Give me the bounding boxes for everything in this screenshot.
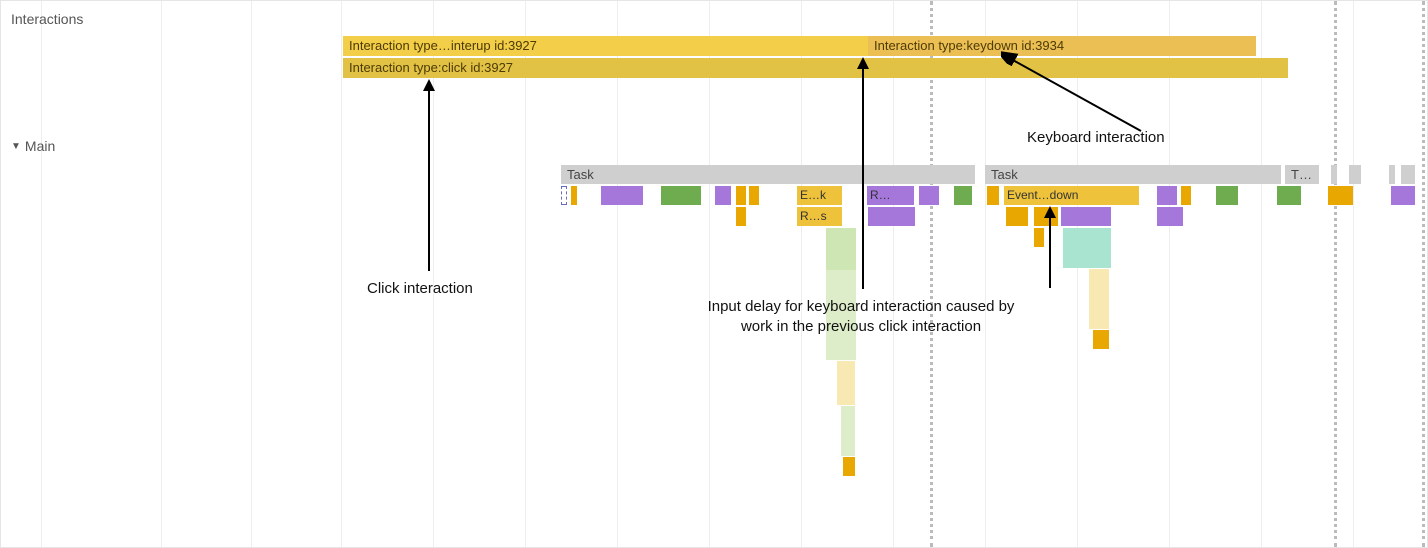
- flame-slice[interactable]: [837, 361, 855, 405]
- annotation-arrow: [428, 81, 430, 271]
- timeline-grid: [41, 1, 1427, 547]
- flame-slice[interactable]: [571, 186, 577, 205]
- label-text: Interactions: [11, 11, 83, 27]
- flame-task[interactable]: Task: [561, 165, 975, 184]
- flame-slice[interactable]: [715, 186, 731, 205]
- flame-slice[interactable]: [1034, 228, 1044, 247]
- flame-slice[interactable]: [1061, 207, 1111, 226]
- flame-event-down[interactable]: Event…down: [1004, 186, 1139, 205]
- annotation-arrow: [862, 59, 864, 289]
- flame-slice[interactable]: [736, 186, 746, 205]
- flame-slice[interactable]: [987, 186, 999, 205]
- flame-slice[interactable]: [1331, 165, 1337, 184]
- flame-slice[interactable]: [1093, 330, 1109, 349]
- flame-slice[interactable]: [1089, 269, 1109, 329]
- flame-slice[interactable]: [1401, 165, 1415, 184]
- annotation-input-delay: Input delay for keyboard interaction cau…: [701, 297, 1021, 338]
- timeline-marker: [1334, 1, 1337, 547]
- annotation-arrow: [1049, 208, 1051, 288]
- flame-slice[interactable]: [826, 228, 856, 270]
- flame-slice[interactable]: [868, 207, 915, 226]
- flame-event[interactable]: R…s: [797, 207, 842, 226]
- flame-event[interactable]: R…: [867, 186, 914, 205]
- flame-slice[interactable]: [919, 186, 939, 205]
- flame-slice[interactable]: [1006, 207, 1028, 226]
- flame-slice[interactable]: [661, 186, 701, 205]
- annotation-click: Click interaction: [367, 279, 473, 299]
- label-text: Main: [25, 138, 55, 154]
- flame-slice[interactable]: [1328, 186, 1353, 205]
- flame-slice[interactable]: [1216, 186, 1238, 205]
- track-label-interactions[interactable]: Interactions: [11, 11, 83, 27]
- track-label-main[interactable]: ▼ Main: [11, 138, 55, 154]
- flame-slice[interactable]: [954, 186, 972, 205]
- flame-slice[interactable]: [1063, 228, 1111, 268]
- annotation-keyboard: Keyboard interaction: [1027, 128, 1165, 148]
- flame-slice[interactable]: [1157, 186, 1177, 205]
- interaction-bar-pointerup[interactable]: Interaction type…interup id:3927: [343, 36, 868, 56]
- flame-slice[interactable]: [736, 207, 746, 226]
- flame-slice[interactable]: [1391, 186, 1415, 205]
- flame-slice[interactable]: [1181, 186, 1191, 205]
- flame-slice[interactable]: [841, 406, 855, 456]
- flame-slice[interactable]: [1389, 165, 1395, 184]
- flame-slice[interactable]: [561, 186, 567, 205]
- flame-slice[interactable]: [1157, 207, 1183, 226]
- flame-slice[interactable]: [1349, 165, 1361, 184]
- flame-task[interactable]: T…: [1285, 165, 1319, 184]
- flame-event[interactable]: E…k: [797, 186, 842, 205]
- timeline-marker: [930, 1, 933, 547]
- timeline-marker: [1422, 1, 1425, 547]
- flame-task[interactable]: Task: [985, 165, 1281, 184]
- flame-slice[interactable]: [749, 186, 759, 205]
- chevron-down-icon[interactable]: ▼: [11, 141, 21, 152]
- flame-slice[interactable]: [843, 457, 855, 476]
- flame-slice[interactable]: [601, 186, 643, 205]
- flame-slice[interactable]: [1277, 186, 1301, 205]
- performance-panel: Interactions ▼ Main Interaction type…int…: [0, 0, 1428, 548]
